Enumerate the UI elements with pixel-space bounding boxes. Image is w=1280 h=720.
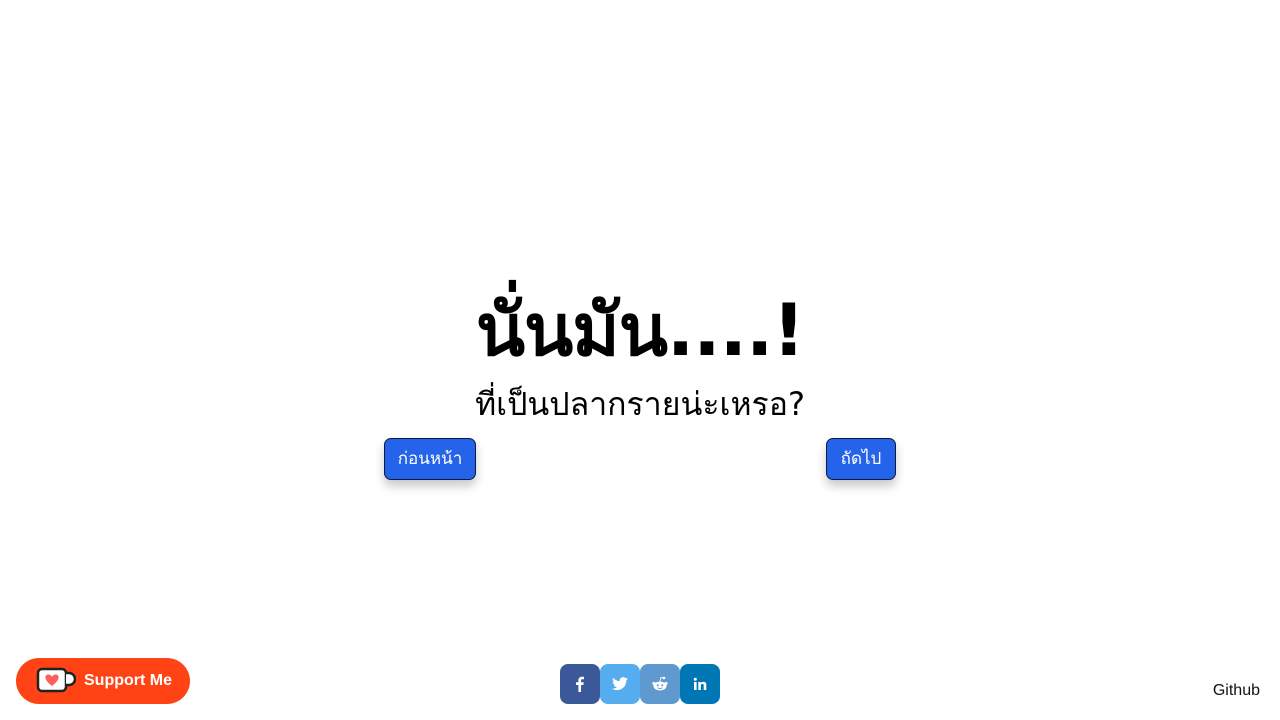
facebook-icon xyxy=(576,676,584,692)
reddit-share-button[interactable] xyxy=(640,664,680,704)
share-buttons xyxy=(560,664,720,704)
github-link[interactable]: Github xyxy=(1213,682,1260,700)
subheadline: ที่เป็นปลากรายน่ะเหรอ? xyxy=(475,385,805,423)
headline: นั่นมัน....! xyxy=(475,288,805,372)
support-me-button[interactable]: Support Me xyxy=(16,658,190,704)
linkedin-icon xyxy=(693,677,707,690)
reddit-icon xyxy=(652,676,668,691)
facebook-share-button[interactable] xyxy=(560,664,600,704)
next-button[interactable]: ถัดไป xyxy=(826,438,896,480)
previous-button[interactable]: ก่อนหน้า xyxy=(384,438,476,480)
support-me-label: Support Me xyxy=(84,672,172,689)
page: นั่นมัน....! ที่เป็นปลากรายน่ะเหรอ? ก่อน… xyxy=(0,0,1280,720)
twitter-share-button[interactable] xyxy=(600,664,640,704)
ko-fi-cup-icon xyxy=(36,667,76,693)
twitter-icon xyxy=(612,677,628,691)
linkedin-share-button[interactable] xyxy=(680,664,720,704)
